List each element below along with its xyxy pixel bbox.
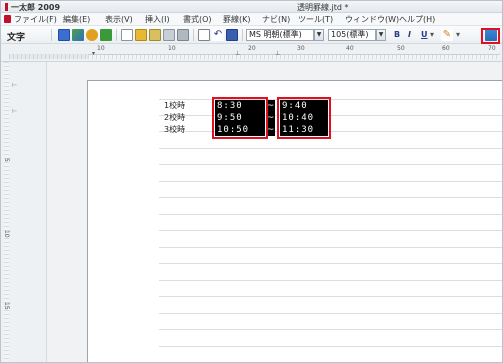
ruled-line	[159, 280, 502, 281]
ruler-mark: 10	[168, 45, 176, 52]
title-bar: 一太郎 2009 透明罫線.jtd *	[1, 1, 502, 13]
app-name: 一太郎 2009	[11, 3, 61, 12]
menu-edit[interactable]: 編集(E)	[63, 14, 90, 25]
vertical-ruler[interactable]: ⊢ ⊢ 5 10 15	[1, 62, 47, 362]
app-logo-icon	[5, 3, 8, 11]
vertical-tick: ⊢	[12, 108, 18, 115]
menu-navi[interactable]: ナビ(N)	[262, 14, 290, 25]
text-mode-icon[interactable]	[58, 29, 70, 41]
toolbar-separator	[51, 29, 52, 41]
menu-window[interactable]: ウィンドウ(W)	[345, 14, 399, 25]
toolbar-separator	[193, 29, 194, 41]
ruled-line	[159, 263, 502, 264]
ruler-margin	[9, 54, 88, 59]
image-palette-icon[interactable]	[86, 29, 98, 41]
underline-button[interactable]: U	[421, 30, 428, 39]
highlight-dropdown-icon[interactable]: ▾	[456, 30, 460, 39]
ruled-line	[159, 131, 502, 132]
app-window: 一太郎 2009 透明罫線.jtd * ファイル(F) 編集(E) 表示(V) …	[0, 0, 503, 363]
ruled-line	[159, 329, 502, 330]
ruled-line-icon[interactable]	[226, 29, 238, 41]
highlighted-tool-frame	[481, 28, 500, 44]
left-indent-marker-icon[interactable]: ▾	[92, 50, 95, 57]
ruled-line	[159, 197, 502, 198]
ruled-line	[159, 181, 502, 182]
ruler-track	[88, 54, 500, 59]
menu-help[interactable]: ヘルプ(H)	[399, 14, 435, 25]
vertical-ruler-mark: 5	[3, 158, 10, 162]
vertical-ruler-track	[4, 62, 9, 362]
copy-icon[interactable]	[198, 29, 210, 41]
menu-format[interactable]: 書式(O)	[183, 14, 212, 25]
font-size-dropdown-icon[interactable]: ▼	[376, 29, 386, 41]
menu-bar: ファイル(F) 編集(E) 表示(V) 挿入(I) 書式(O) 罫線(K) ナビ…	[1, 13, 502, 26]
toolbar-separator	[116, 29, 117, 41]
input-mode-label[interactable]: 文字	[7, 30, 25, 43]
menu-file[interactable]: ファイル(F)	[14, 14, 57, 25]
bold-button[interactable]: B	[394, 30, 400, 39]
ruled-line	[159, 148, 502, 149]
period-label: 3校時	[164, 125, 186, 134]
print-icon[interactable]	[177, 29, 189, 41]
document-page[interactable]: 1校時 2校時 3校時 8:30 9:50 10:50 ~ ~ ~ 9:40 1…	[87, 80, 502, 362]
italic-button[interactable]: I	[408, 30, 411, 39]
open-folder-icon[interactable]	[135, 29, 147, 41]
period-label: 2校時	[164, 113, 186, 122]
ruler-mark: 40	[346, 45, 354, 52]
ruled-line	[159, 230, 502, 231]
highlight-pen-icon[interactable]: ✎	[441, 29, 453, 41]
vertical-tick: ⊢	[12, 82, 18, 89]
ruled-line	[159, 313, 502, 314]
ruled-line	[159, 99, 502, 100]
ruled-line	[159, 247, 502, 248]
document-icon[interactable]	[4, 15, 11, 23]
start-times-highlight	[212, 97, 268, 139]
document-workspace: 1校時 2校時 3校時 8:30 9:50 10:50 ~ ~ ~ 9:40 1…	[47, 62, 502, 362]
toolbar-separator	[242, 29, 243, 41]
period-label: 1校時	[164, 101, 186, 110]
draw-pen-icon[interactable]	[72, 29, 84, 41]
font-name-dropdown-icon[interactable]: ▼	[314, 29, 324, 41]
ruler-mark: 10	[97, 45, 105, 52]
ruled-line	[159, 296, 502, 297]
toolbar: 文字 ↶ MS 明朝(標準) ▼ 105(標準) ▼ B I U ▾ ✎ ▾	[1, 26, 502, 44]
ruler-mark: 50	[397, 45, 405, 52]
font-name-select[interactable]: MS 明朝(標準)	[246, 29, 314, 41]
undo-icon[interactable]: ↶	[212, 29, 224, 41]
ruler-mark: 60	[442, 45, 450, 52]
save-icon[interactable]	[149, 29, 161, 41]
document-title: 透明罫線.jtd *	[297, 3, 349, 12]
vertical-ruler-mark: 10	[3, 230, 10, 238]
vertical-ruler-mark: 15	[3, 302, 10, 310]
font-size-select[interactable]: 105(標準)	[328, 29, 376, 41]
ruled-line	[159, 214, 502, 215]
horizontal-ruler[interactable]: 10 10 20 30 40 50 60 70 ▾ ⊥ ⊥	[1, 44, 502, 62]
menu-insert[interactable]: 挿入(I)	[145, 14, 170, 25]
tab-marker-icon[interactable]: ⊥	[235, 50, 240, 57]
sheet-icon[interactable]	[100, 29, 112, 41]
ruled-line	[159, 115, 502, 116]
tab-marker-icon[interactable]: ⊥	[275, 50, 280, 57]
ruler-mark: 30	[297, 45, 305, 52]
ruler-mark: 70	[488, 45, 496, 52]
menu-ruled-line[interactable]: 罫線(K)	[223, 14, 251, 25]
menu-view[interactable]: 表示(V)	[105, 14, 133, 25]
underline-dropdown-icon[interactable]: ▾	[430, 30, 434, 39]
new-document-icon[interactable]	[121, 29, 133, 41]
end-times-highlight	[277, 97, 331, 139]
ruled-line	[159, 346, 502, 347]
ruler-mark: 20	[248, 45, 256, 52]
ruled-line	[159, 164, 502, 165]
print-preview-icon[interactable]	[163, 29, 175, 41]
menu-tools[interactable]: ツール(T)	[298, 14, 333, 25]
